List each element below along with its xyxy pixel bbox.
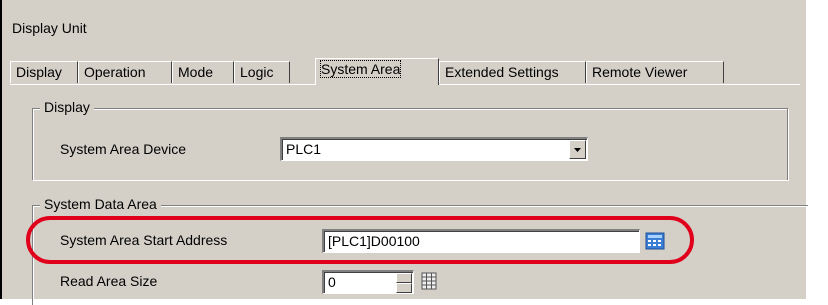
system-area-device-select[interactable]: PLC1 (280, 137, 588, 161)
system-area-device-value: PLC1 (286, 141, 322, 157)
read-area-size-value: 0 (328, 274, 336, 290)
read-area-size-input[interactable]: 0 (322, 270, 414, 294)
tab-system-area[interactable]: System Area (315, 58, 439, 85)
system-data-area-legend: System Data Area (40, 196, 161, 212)
dialog-title: Display Unit (12, 20, 87, 36)
tab-extended-settings[interactable]: Extended Settings (439, 61, 586, 83)
chevron-down-icon (574, 148, 581, 152)
read-area-size-label: Read Area Size (60, 273, 158, 289)
display-group-legend: Display (40, 99, 94, 115)
spin-up-button[interactable] (396, 273, 412, 287)
system-area-device-label: System Area Device (60, 141, 187, 157)
highlight-annotation (26, 216, 694, 264)
grid-icon (421, 272, 437, 290)
tab-remote-viewer[interactable]: Remote Viewer (586, 61, 724, 83)
tab-operation[interactable]: Operation (78, 61, 172, 83)
arrow-down-icon (397, 291, 411, 294)
tab-display[interactable]: Display (10, 61, 78, 83)
spin-down-button[interactable] (396, 283, 412, 293)
size-input-button[interactable] (418, 270, 440, 292)
dropdown-button[interactable] (569, 140, 586, 159)
tab-mode[interactable]: Mode (172, 61, 234, 83)
tab-logic[interactable]: Logic (234, 61, 290, 83)
